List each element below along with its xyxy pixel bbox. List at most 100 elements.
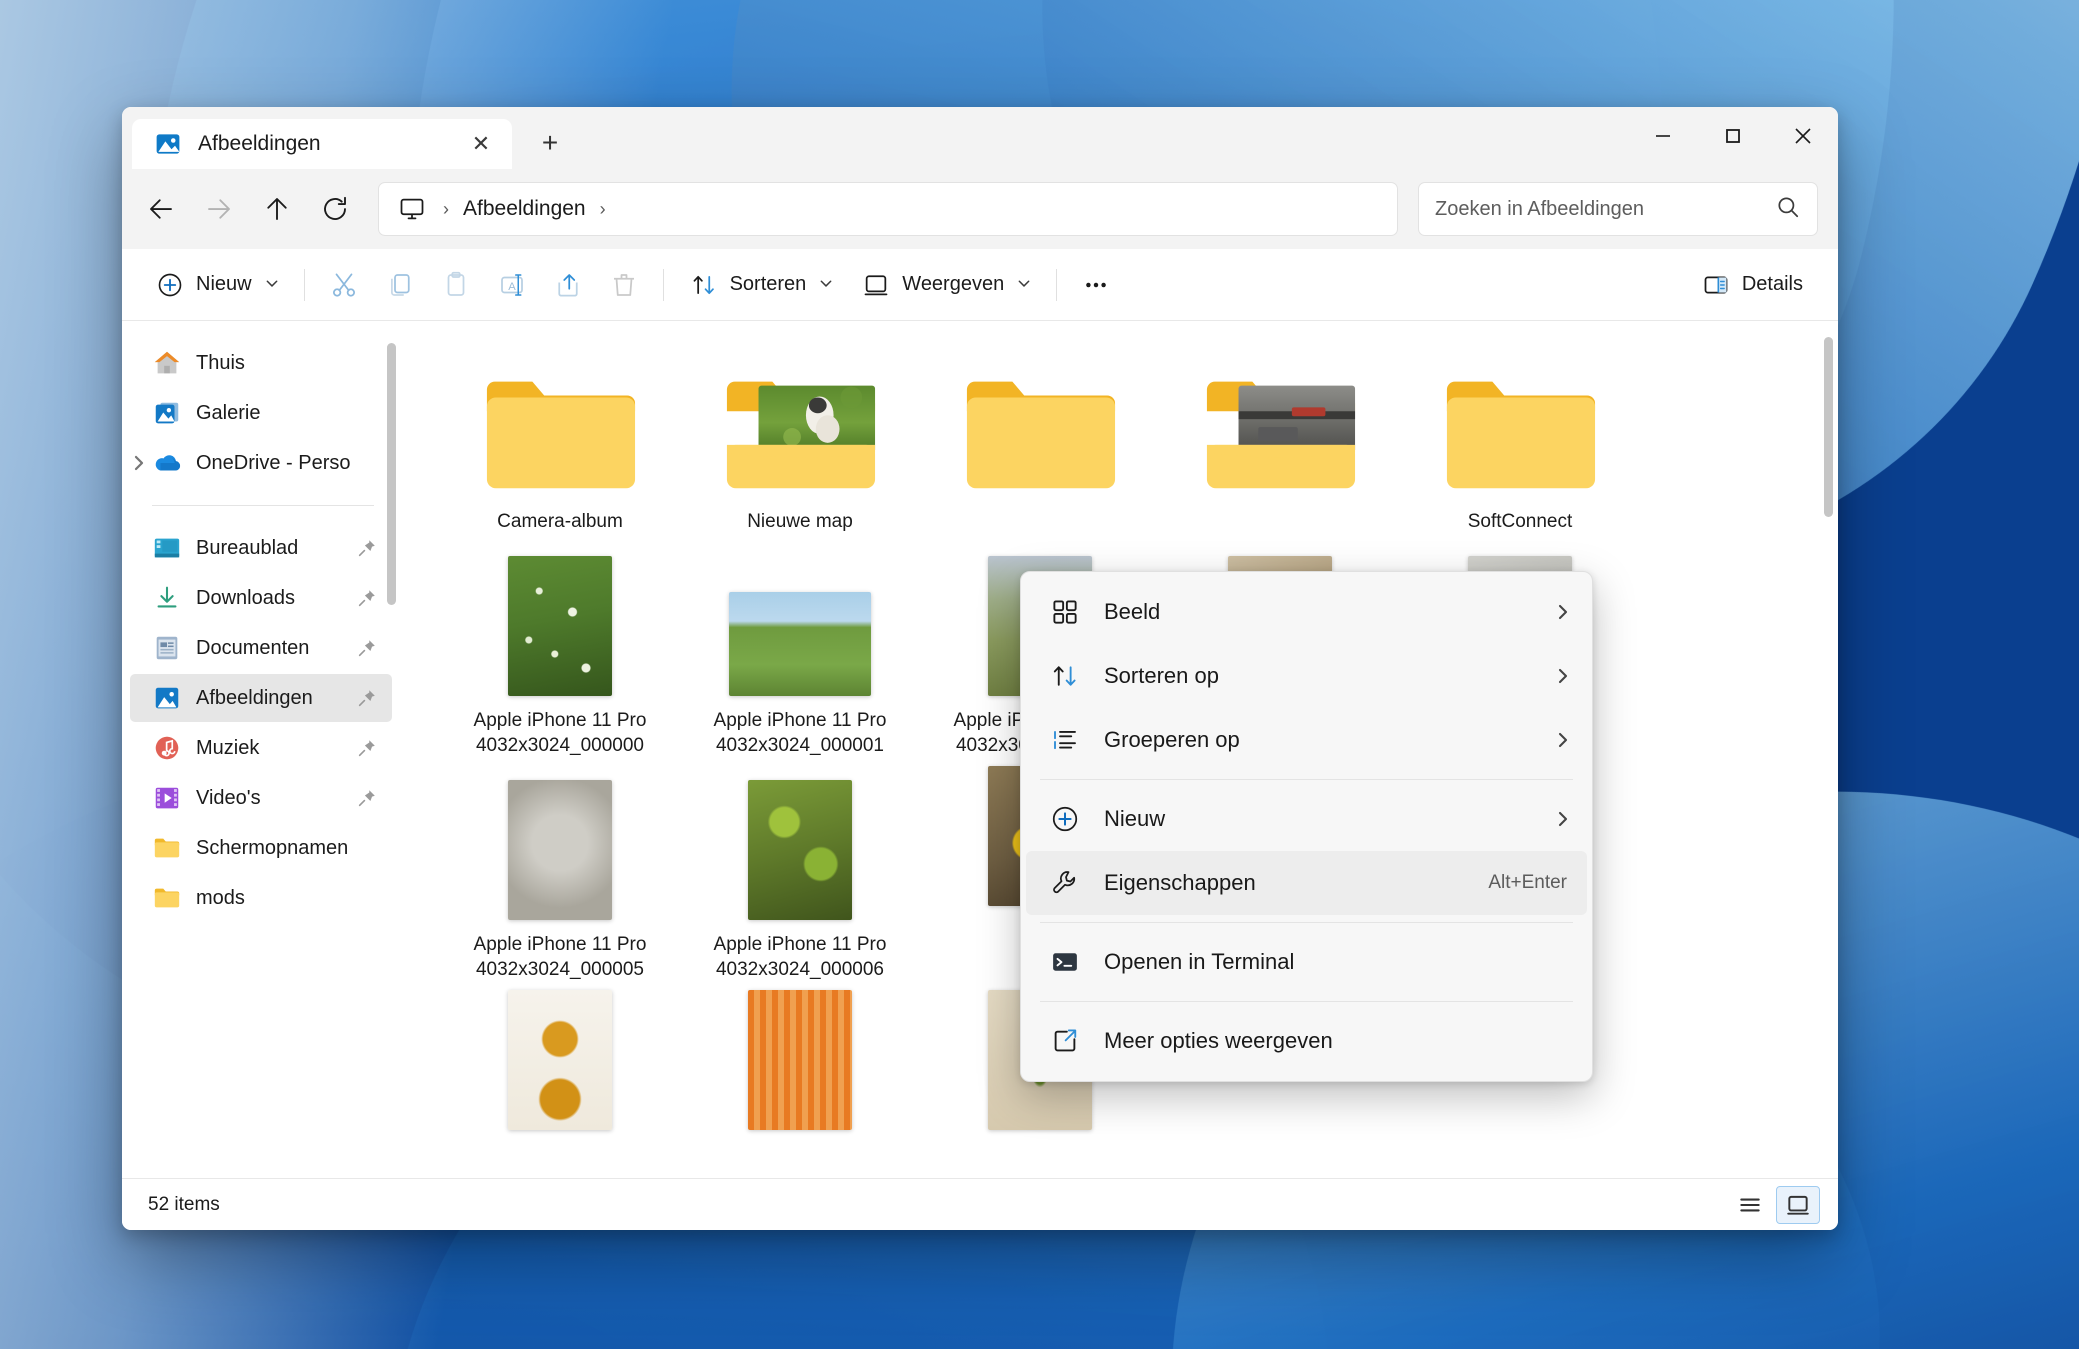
breadcrumb-current[interactable]: Afbeeldingen <box>463 197 586 221</box>
close-window-button[interactable] <box>1768 107 1838 165</box>
file-item[interactable]: Screenshots <box>1160 343 1400 542</box>
command-bar: Nieuw A Sorteren Weergeven Details <box>122 249 1838 321</box>
search-box[interactable] <box>1418 182 1818 236</box>
file-item[interactable]: Apple iPhone 11 Pro 4032x3024_000006 <box>680 766 920 990</box>
list-view-toggle[interactable] <box>1728 1186 1772 1224</box>
forward-button[interactable] <box>192 182 246 236</box>
sidebar-divider <box>152 505 374 506</box>
pin-icon[interactable] <box>356 687 378 709</box>
sidebar-item-afbeeldingen[interactable]: Afbeeldingen <box>130 674 392 722</box>
sidebar-item-thuis[interactable]: Thuis <box>130 339 392 387</box>
file-item[interactable]: Apple iPhone 11 Pro 4032x3024_000000 <box>440 542 680 766</box>
sort-button[interactable]: Sorteren <box>676 260 847 310</box>
context-menu-item-label: Nieuw <box>1104 806 1166 831</box>
large-icons-view-toggle[interactable] <box>1776 1185 1820 1224</box>
pin-icon[interactable] <box>356 587 378 609</box>
file-item[interactable] <box>440 990 680 1130</box>
view-button[interactable]: Weergeven <box>848 260 1044 310</box>
new-button[interactable]: Nieuw <box>142 260 292 310</box>
sidebar-item-onedrive[interactable]: OneDrive - Perso <box>130 439 392 487</box>
details-pane-button[interactable]: Details <box>1688 260 1816 310</box>
file-item[interactable]: Saved Pictures <box>920 343 1160 542</box>
refresh-button[interactable] <box>308 182 362 236</box>
chevron-right-icon[interactable] <box>126 454 152 472</box>
sidebar-item-schermopnamen[interactable]: Schermopnamen <box>130 824 392 872</box>
file-name: Apple iPhone 11 Pro 4032x3024_000005 <box>473 934 647 980</box>
pin-icon[interactable] <box>356 537 378 559</box>
sidebar-item-label: Bureaublad <box>196 536 299 559</box>
copy-button[interactable] <box>373 260 427 310</box>
sidebar-item-label: Video's <box>196 786 261 809</box>
chevron-right-icon <box>1553 810 1573 828</box>
back-button[interactable] <box>134 182 188 236</box>
close-tab-icon[interactable]: ✕ <box>464 127 498 161</box>
breadcrumb[interactable]: › Afbeeldingen › <box>378 182 1398 236</box>
this-pc-icon[interactable] <box>395 192 429 226</box>
status-bar: 52 items <box>122 1178 1838 1230</box>
context-menu-item-meer-opties-weergeven[interactable]: Meer opties weergeven <box>1026 1009 1587 1073</box>
search-icon[interactable] <box>1775 194 1801 225</box>
plus-circle-icon <box>1048 802 1082 836</box>
svg-text:A: A <box>508 281 516 293</box>
file-item[interactable]: SoftConnect <box>1400 343 1640 542</box>
explorer-body: Thuis Galerie OneDrive - Perso Bureaubla… <box>122 321 1838 1178</box>
rename-button[interactable]: A <box>485 260 539 310</box>
folder-thumbnail <box>1440 355 1600 497</box>
delete-button[interactable] <box>597 260 651 310</box>
file-item[interactable]: Apple iPhone 11 Pro 4032x3024_000001 <box>680 542 920 766</box>
context-menu-item-beeld[interactable]: Beeld <box>1026 580 1587 644</box>
context-menu-separator <box>1040 779 1573 780</box>
context-menu-item-openen-in-terminal[interactable]: Openen in Terminal <box>1026 930 1587 994</box>
cut-button[interactable] <box>317 260 371 310</box>
chevron-right-icon <box>1553 731 1573 749</box>
pin-icon[interactable] <box>356 637 378 659</box>
maximize-button[interactable] <box>1698 107 1768 165</box>
share-button[interactable] <box>541 260 595 310</box>
context-menu-item-sorteren-op[interactable]: Sorteren op <box>1026 644 1587 708</box>
new-tab-button[interactable]: + <box>526 119 574 167</box>
pin-icon[interactable] <box>356 787 378 809</box>
pictures-icon <box>152 683 182 713</box>
sidebar-scrollbar[interactable] <box>387 343 396 605</box>
file-item[interactable] <box>680 990 920 1130</box>
search-input[interactable] <box>1435 197 1775 221</box>
file-name: Camera-album <box>497 511 623 532</box>
breadcrumb-separator-2[interactable]: › <box>590 199 616 220</box>
context-menu: Beeld Sorteren op Groeperen op Nieuw Eig… <box>1020 571 1593 1082</box>
context-menu-item-groeperen-op[interactable]: Groeperen op <box>1026 708 1587 772</box>
sidebar-item-muziek[interactable]: Muziek <box>130 724 392 772</box>
videos-icon <box>152 783 182 813</box>
sidebar-item-mods[interactable]: mods <box>130 874 392 922</box>
minimize-button[interactable] <box>1628 107 1698 165</box>
context-menu-item-eigenschappen[interactable]: Eigenschappen Alt+Enter <box>1026 851 1587 915</box>
sidebar-item-bureaublad[interactable]: Bureaublad <box>130 524 392 572</box>
sidebar-item-downloads[interactable]: Downloads <box>130 574 392 622</box>
folder-icon <box>152 833 182 863</box>
photo-preview <box>729 592 871 696</box>
pin-icon[interactable] <box>356 737 378 759</box>
sidebar-item-videos[interactable]: Video's <box>130 774 392 822</box>
content-scrollbar[interactable] <box>1824 337 1833 517</box>
file-list-view[interactable]: Camera-album Nieuwe map SoftConnect Appl… <box>400 321 1838 1178</box>
paste-button[interactable] <box>429 260 483 310</box>
command-bar-divider-2 <box>662 268 664 301</box>
folder-thumbnail <box>480 355 640 497</box>
context-menu-item-nieuw[interactable]: Nieuw <box>1026 787 1587 851</box>
file-item[interactable]: Nieuwe map <box>680 343 920 542</box>
more-options-button[interactable] <box>1069 260 1123 310</box>
tab-afbeeldingen[interactable]: Afbeeldingen ✕ <box>132 119 512 169</box>
file-item[interactable]: Camera-album <box>440 343 680 542</box>
sidebar-item-label: Schermopnamen <box>196 836 349 859</box>
photo-thumbnail <box>720 554 880 696</box>
gallery-icon <box>152 398 182 428</box>
chevron-right-icon <box>1553 603 1573 621</box>
new-button-label: Nieuw <box>196 273 252 295</box>
file-item[interactable]: Apple iPhone 11 Pro 4032x3024_000005 <box>440 766 680 990</box>
sidebar-item-documenten[interactable]: Documenten <box>130 624 392 672</box>
plus-circle-icon <box>155 270 185 300</box>
folder-icon-with-preview <box>1206 381 1356 489</box>
more-options-icon <box>1048 1024 1082 1058</box>
sidebar-item-galerie[interactable]: Galerie <box>130 389 392 437</box>
up-button[interactable] <box>250 182 304 236</box>
photo-preview <box>508 556 612 696</box>
